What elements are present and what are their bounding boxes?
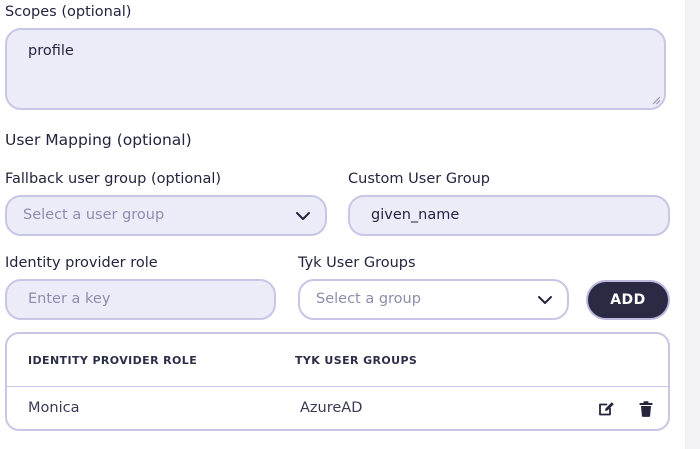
tyk-user-groups-label: Tyk User Groups bbox=[298, 255, 416, 271]
custom-user-group-input[interactable]: given_name bbox=[348, 195, 670, 236]
tyk-user-groups-select[interactable]: Select a group bbox=[298, 279, 569, 320]
chevron-down-icon bbox=[538, 296, 552, 304]
tyk-user-groups-placeholder: Select a group bbox=[316, 291, 421, 307]
edit-icon[interactable] bbox=[597, 400, 615, 418]
custom-user-group-value: given_name bbox=[371, 207, 460, 223]
add-button-label: ADD bbox=[610, 292, 646, 308]
column-header-tyk-user-groups: TYK USER GROUPS bbox=[295, 354, 418, 367]
identity-provider-role-input[interactable]: Enter a key bbox=[5, 279, 276, 320]
add-button[interactable]: ADD bbox=[586, 280, 670, 320]
scopes-value: profile bbox=[28, 43, 74, 59]
scopes-textarea[interactable]: profile bbox=[5, 28, 666, 110]
chevron-down-icon bbox=[296, 212, 310, 220]
resize-handle-icon[interactable] bbox=[652, 96, 661, 105]
fallback-group-label: Fallback user group (optional) bbox=[5, 171, 222, 187]
identity-provider-role-placeholder: Enter a key bbox=[28, 291, 111, 307]
table-divider bbox=[7, 386, 668, 387]
mapping-table: IDENTITY PROVIDER ROLE TYK USER GROUPS M… bbox=[5, 332, 670, 431]
user-mapping-title: User Mapping (optional) bbox=[5, 131, 192, 149]
custom-user-group-label: Custom User Group bbox=[348, 171, 490, 187]
column-header-identity-provider-role: IDENTITY PROVIDER ROLE bbox=[28, 354, 198, 367]
row-group: AzureAD bbox=[300, 400, 363, 416]
row-role: Monica bbox=[28, 400, 80, 416]
identity-provider-role-label: Identity provider role bbox=[5, 255, 158, 271]
fallback-group-placeholder: Select a user group bbox=[23, 207, 165, 223]
page-scrollbar[interactable] bbox=[685, 0, 700, 449]
trash-icon[interactable] bbox=[637, 400, 655, 418]
fallback-group-select[interactable]: Select a user group bbox=[5, 195, 327, 236]
scopes-label: Scopes (optional) bbox=[5, 4, 132, 20]
